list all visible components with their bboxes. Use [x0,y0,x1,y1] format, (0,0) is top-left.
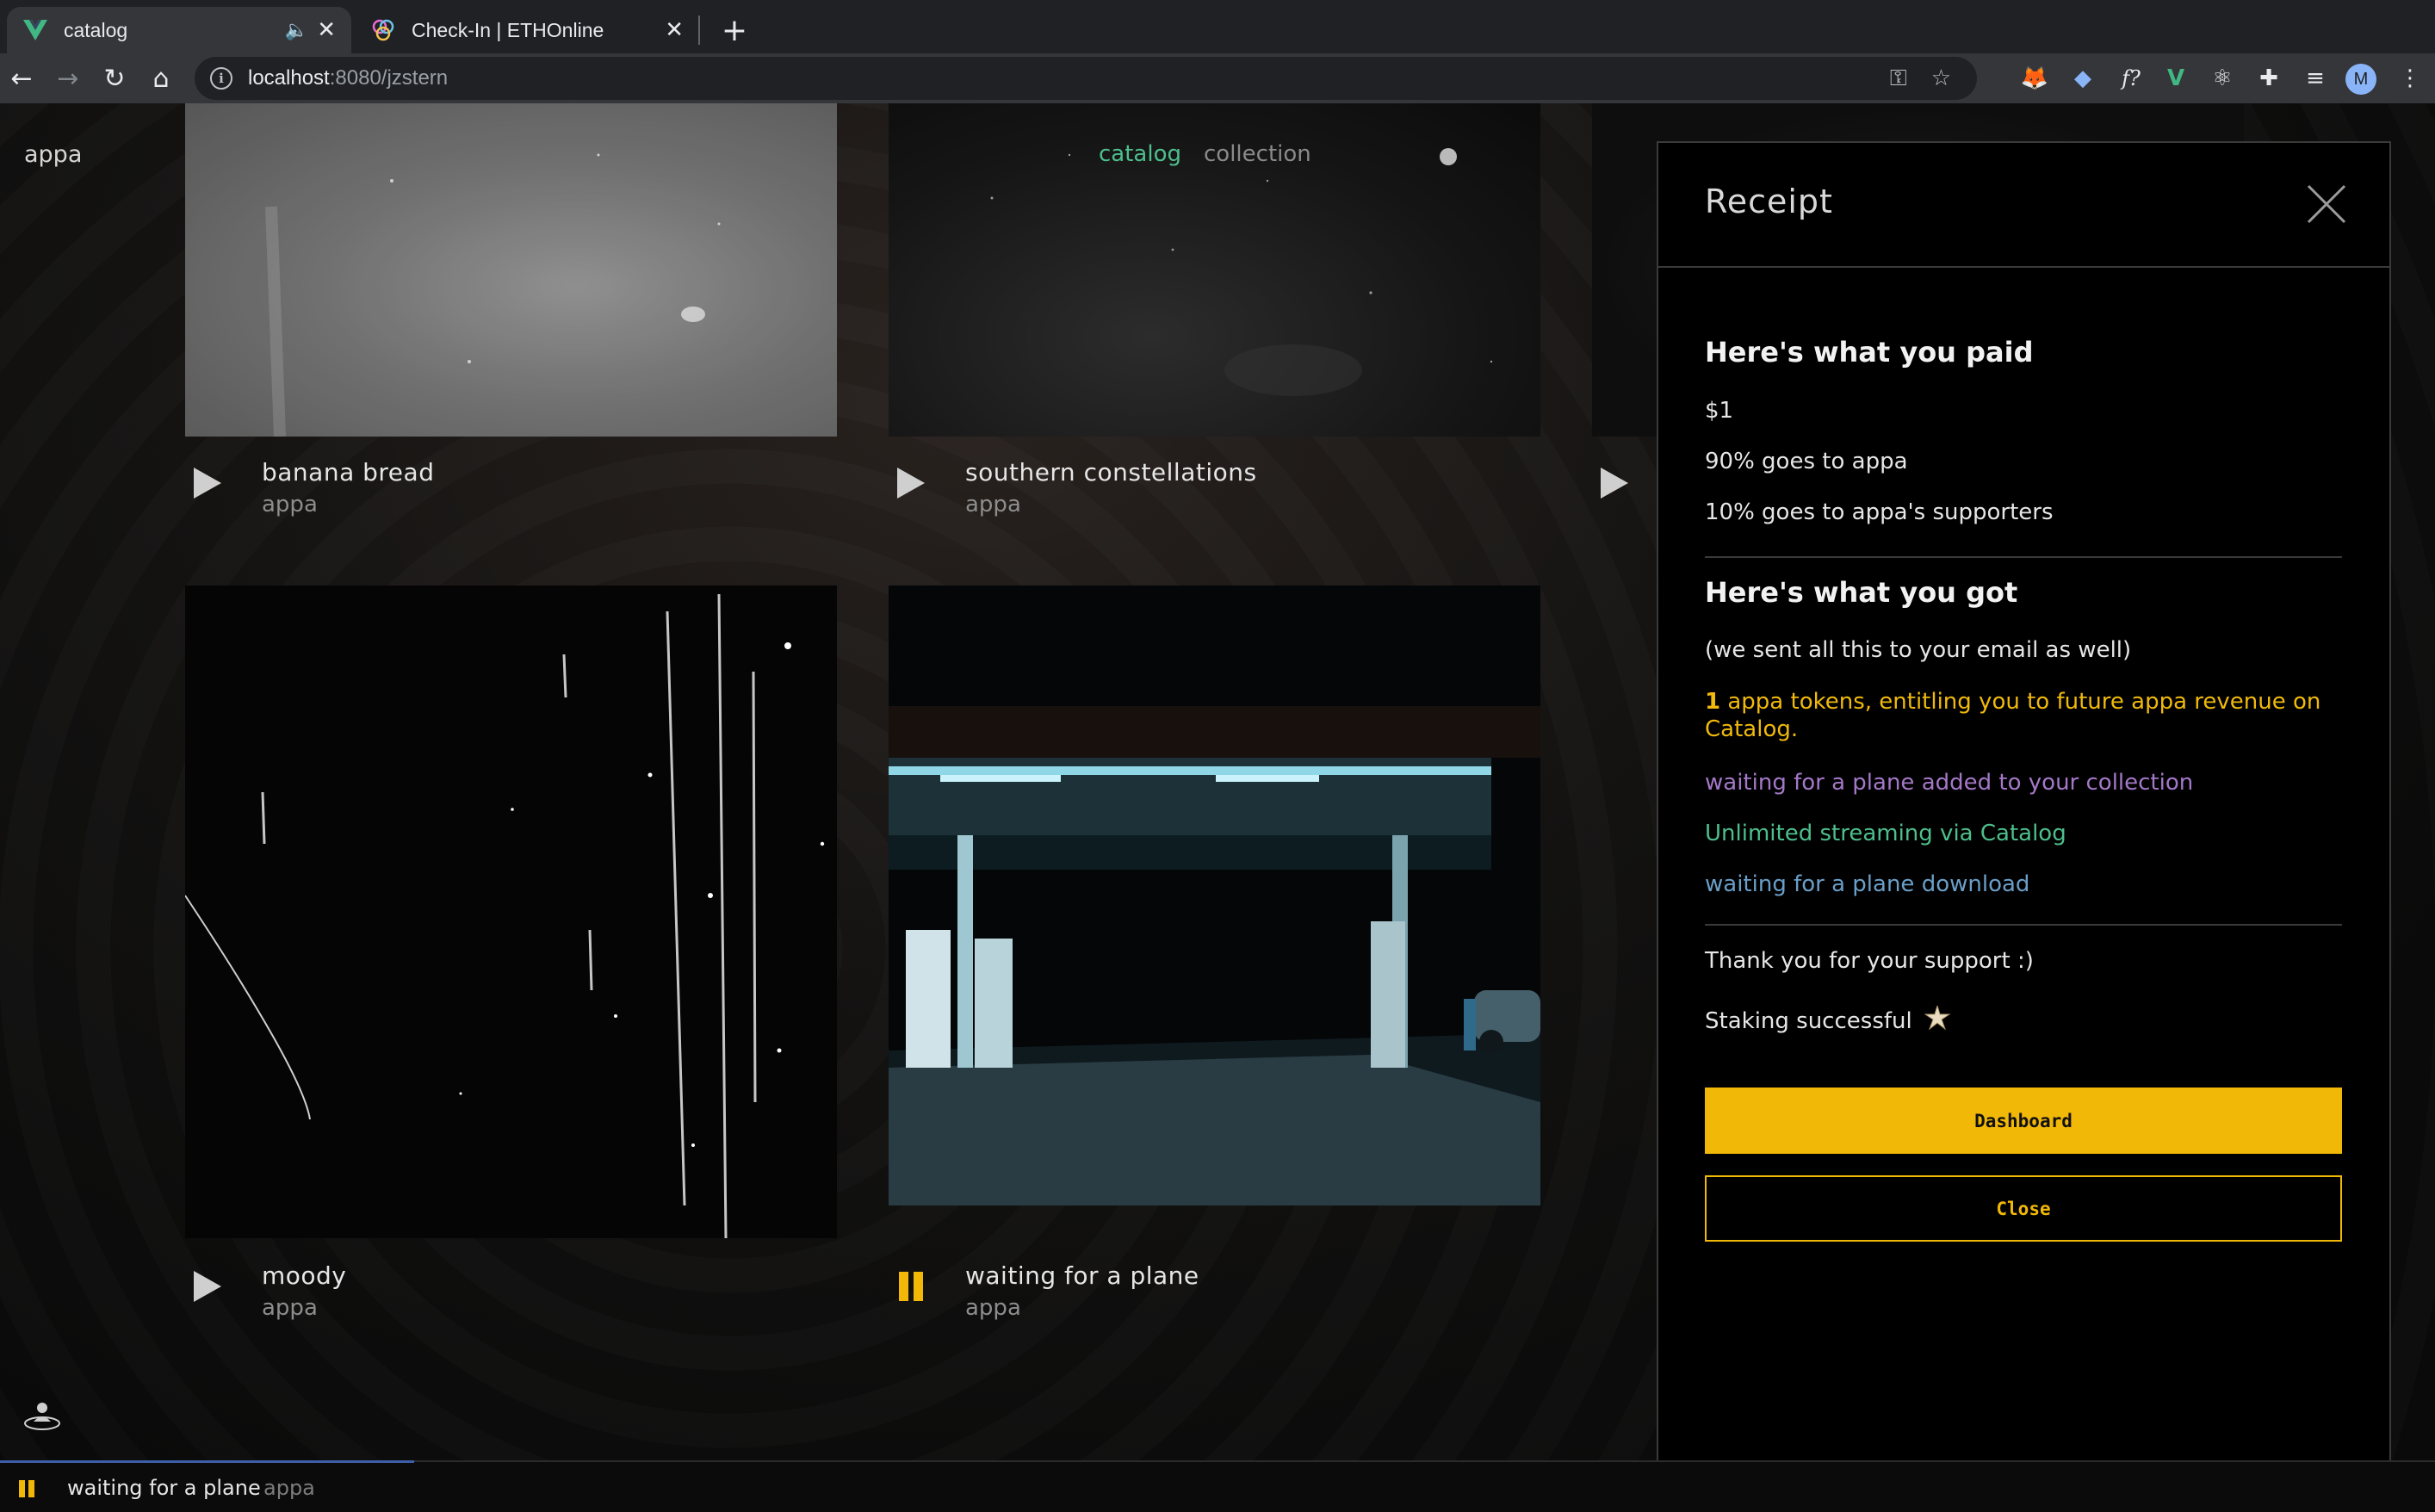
bookmark-star-icon[interactable]: ☆ [1931,65,1951,91]
back-icon[interactable]: ← [3,60,40,96]
profile-avatar[interactable]: M [2345,64,2376,95]
vue-icon [22,17,48,43]
close-icon[interactable] [2305,183,2348,226]
pause-icon[interactable] [17,1479,36,1498]
tab-divider [698,15,700,45]
diamond-extension-icon[interactable]: ◆ [2066,62,2099,95]
token-text: appa tokens, entitling you to future app… [1705,689,2321,742]
vue-devtools-icon[interactable]: V [2159,62,2192,95]
paid-heading: Here's what you paid [1705,336,2034,369]
divider [1705,556,2342,558]
forward-icon[interactable]: → [50,60,86,96]
ethonline-icon [370,17,396,43]
tab-ethonline[interactable]: Check-In | ETHOnline ✕ [355,7,699,53]
receipt-header: Receipt [1658,143,2389,268]
speaker-icon[interactable]: 🔈 [285,20,308,41]
streaming-reward: Unlimited streaming via Catalog [1705,821,2066,846]
artist-split: 90% goes to appa [1705,449,1908,474]
now-playing-artist[interactable]: appa [263,1476,315,1500]
media-queue-icon[interactable]: ≡ [2299,62,2332,95]
tab-catalog[interactable]: catalog 🔈 ✕ [7,7,351,53]
key-icon[interactable]: ⚿ [1890,65,1907,92]
divider [1705,924,2342,926]
staking-status: Staking successful [1705,1004,1951,1036]
token-reward: 1 appa tokens, entitling you to future a… [1705,688,2342,743]
react-devtools-icon[interactable]: ⚛ [2206,62,2239,95]
extensions-puzzle-icon[interactable]: ✚ [2252,62,2285,95]
email-note: (we sent all this to your email as well) [1705,637,2132,663]
tab-title: Check-In | ETHOnline [412,18,604,41]
paid-amount: $1 [1705,398,1734,424]
fx-extension-icon[interactable]: f? [2115,62,2147,95]
sparkle-icon [1924,1004,1951,1036]
download-link[interactable]: waiting for a plane download [1705,871,2029,897]
browser-toolbar: ← → ↻ ⌂ i localhost:8080/jzstern ⚿ ☆ 🦊 ◆… [0,53,2435,103]
metamask-icon[interactable]: 🦊 [2018,62,2051,95]
url-host: localhost [248,66,330,90]
dashboard-button[interactable]: Dashboard [1705,1088,2342,1154]
supporters-split: 10% goes to appa's supporters [1705,499,2054,525]
token-count: 1 [1705,689,1721,715]
url-path: :8080/jzstern [329,66,449,90]
address-bar[interactable]: i localhost:8080/jzstern ⚿ ☆ [195,57,1977,100]
now-playing-title[interactable]: waiting for a plane [67,1476,261,1500]
player-bar: waiting for a plane appa [0,1460,2435,1512]
browser-tab-bar: catalog 🔈 ✕ Check-In | ETHOnline ✕ + [0,0,2435,53]
new-tab-button[interactable]: + [716,12,753,48]
close-tab-icon[interactable]: ✕ [317,17,336,43]
reload-icon[interactable]: ↻ [96,60,133,96]
receipt-modal: Receipt Here's what you paid $1 90% goes… [1657,141,2391,1489]
close-button[interactable]: Close [1705,1175,2342,1242]
receipt-title: Receipt [1705,183,1833,220]
browser-menu-icon[interactable]: ⋮ [2394,62,2426,95]
thanks-message: Thank you for your support :) [1705,948,2034,974]
playback-progress[interactable] [0,1460,414,1463]
home-icon[interactable]: ⌂ [143,60,179,96]
tab-title: catalog [64,18,128,41]
collection-reward: waiting for a plane added to your collec… [1705,770,2194,796]
close-tab-icon[interactable]: ✕ [665,17,684,43]
staking-text: Staking successful [1705,1007,1912,1034]
got-heading: Here's what you got [1705,576,2018,609]
site-info-icon[interactable]: i [210,67,232,90]
